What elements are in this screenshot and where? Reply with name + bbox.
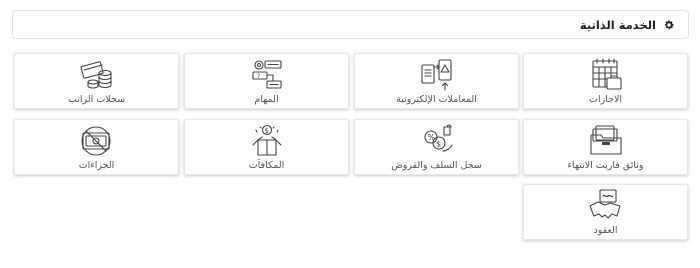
tile-leaves[interactable]: الاجازات bbox=[523, 53, 688, 109]
loan-money-icon: % $ bbox=[418, 123, 456, 159]
tile-loans-record[interactable]: % $ سجل السلف والقروض bbox=[354, 119, 519, 175]
tile-label: سجلات الراتب bbox=[67, 94, 126, 105]
tile-clearance-documents[interactable]: وثائق فاريت الانتهاء bbox=[523, 119, 688, 175]
reward-box-icon: $ bbox=[248, 123, 286, 159]
tile-label: الاجازات bbox=[589, 94, 622, 105]
electronic-documents-icon bbox=[418, 57, 456, 93]
calendar-icon bbox=[587, 57, 625, 93]
no-money-icon bbox=[78, 123, 116, 159]
tile-salary-records[interactable]: سجلات الراتب bbox=[14, 53, 179, 109]
tile-label: سجل السلف والقروض bbox=[391, 160, 482, 171]
tile-label: المهام bbox=[254, 94, 279, 105]
gear-icon bbox=[665, 20, 674, 30]
tile-penalties[interactable]: الجزاءات bbox=[14, 119, 179, 175]
svg-text:?: ? bbox=[257, 73, 260, 80]
tile-label: المعاملات الإلكترونية bbox=[396, 94, 477, 105]
tasks-icon: ? bbox=[248, 57, 286, 93]
salary-money-icon bbox=[78, 57, 116, 93]
handshake-contract-icon bbox=[587, 188, 625, 224]
tile-label: الجزاءات bbox=[78, 160, 115, 171]
tile-label: المكافآت bbox=[248, 160, 285, 171]
svg-text:$: $ bbox=[264, 127, 268, 135]
tile-label: العقود bbox=[593, 225, 618, 236]
tile-tasks[interactable]: ? المهام bbox=[184, 53, 349, 109]
documents-folder-icon bbox=[587, 123, 625, 159]
self-service-header: الخدمة الذاتية bbox=[12, 10, 689, 39]
tile-contracts[interactable]: العقود bbox=[523, 184, 688, 240]
page-title: الخدمة الذاتية bbox=[579, 18, 656, 32]
tile-rewards[interactable]: $ المكافآت bbox=[184, 119, 349, 175]
svg-text:$: $ bbox=[436, 140, 441, 149]
tile-electronic-transactions[interactable]: المعاملات الإلكترونية bbox=[354, 53, 519, 109]
tile-label: وثائق فاريت الانتهاء bbox=[567, 160, 644, 171]
svg-text:%: % bbox=[427, 133, 435, 142]
